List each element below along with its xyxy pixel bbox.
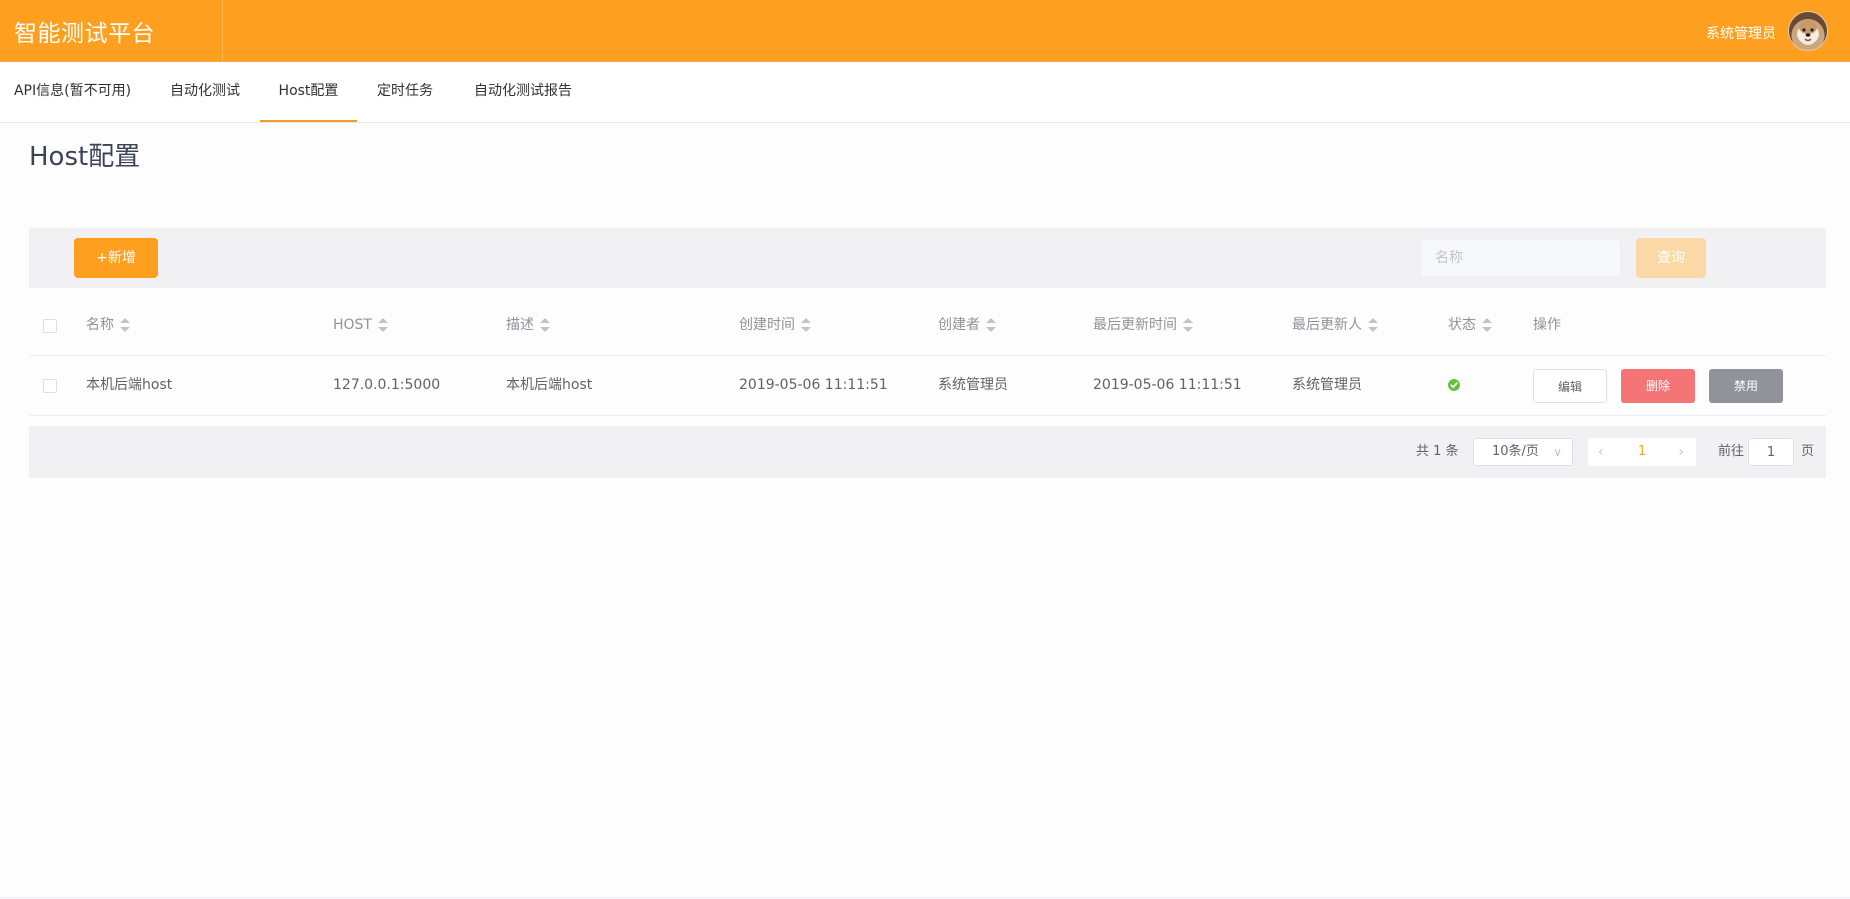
- user-name[interactable]: 系统管理员: [1706, 23, 1776, 43]
- avatar[interactable]: [1788, 11, 1828, 51]
- sort-icon[interactable]: [1482, 318, 1492, 332]
- top-header: 智能测试平台 系统管理员: [0, 0, 1850, 62]
- cell-name: 本机后端host: [86, 377, 173, 393]
- header-divider: [222, 0, 223, 62]
- page-nav: 1 ‹ ›: [1588, 438, 1696, 466]
- edit-button[interactable]: 编辑: [1533, 369, 1607, 403]
- host-table: 名称 HOST 描述 创建时间 创建者 最后更新时间 最后更新人 状态 操作 本…: [29, 296, 1826, 416]
- tab-scheduled-tasks[interactable]: 定时任务: [362, 62, 448, 122]
- column-updated-at[interactable]: 最后更新时间: [1093, 296, 1193, 355]
- column-status[interactable]: 状态: [1448, 296, 1492, 355]
- page-suffix: 页: [1801, 444, 1815, 459]
- query-button[interactable]: 查询: [1636, 238, 1706, 278]
- delete-button[interactable]: 删除: [1621, 369, 1695, 403]
- sort-icon[interactable]: [540, 318, 550, 332]
- add-button[interactable]: +新增: [74, 238, 158, 278]
- cell-updated-at: 2019-05-06 11:11:51: [1093, 377, 1242, 393]
- column-name[interactable]: 名称: [86, 296, 130, 355]
- page-size-select[interactable]: 10条/页 ∨: [1473, 438, 1573, 466]
- cell-updater: 系统管理员: [1292, 377, 1362, 393]
- app-brand[interactable]: 智能测试平台: [14, 14, 155, 48]
- tab-test-report[interactable]: 自动化测试报告: [458, 62, 588, 122]
- column-host[interactable]: HOST: [333, 296, 388, 355]
- toolbar: +新增 查询: [29, 228, 1826, 288]
- search-input[interactable]: [1420, 239, 1621, 277]
- tab-api-info[interactable]: API信息(暂不可用): [0, 62, 145, 122]
- dog-avatar-icon: [1797, 20, 1819, 44]
- goto-label: 前往: [1718, 444, 1745, 459]
- cell-creator: 系统管理员: [938, 377, 1008, 393]
- column-created-at[interactable]: 创建时间: [739, 296, 811, 355]
- sort-icon[interactable]: [378, 318, 388, 332]
- page-size-value: 10条/页: [1492, 444, 1539, 459]
- chevron-right-icon[interactable]: ›: [1678, 438, 1684, 466]
- cell-created-at: 2019-05-06 11:11:51: [739, 377, 888, 393]
- cell-host: 127.0.0.1:5000: [333, 377, 441, 393]
- sort-icon[interactable]: [1368, 318, 1378, 332]
- table-header: 名称 HOST 描述 创建时间 创建者 最后更新时间 最后更新人 状态 操作: [29, 296, 1826, 356]
- chevron-left-icon[interactable]: ‹: [1598, 438, 1604, 466]
- page-title: Host配置: [29, 142, 141, 172]
- chevron-down-icon: ∨: [1553, 445, 1562, 459]
- goto-page-input[interactable]: [1748, 438, 1794, 466]
- sort-icon[interactable]: [1183, 318, 1193, 332]
- disable-button[interactable]: 禁用: [1709, 369, 1783, 403]
- cell-description: 本机后端host: [506, 377, 593, 393]
- tab-host-config[interactable]: Host配置: [260, 62, 357, 122]
- check-circle-icon: [1448, 379, 1460, 391]
- row-checkbox[interactable]: [43, 379, 57, 393]
- tab-navigation: API信息(暂不可用) 自动化测试 Host配置 定时任务 自动化测试报告: [0, 62, 1850, 123]
- tab-automation-test[interactable]: 自动化测试: [150, 62, 260, 122]
- sort-icon[interactable]: [986, 318, 996, 332]
- pagination: 共 1 条 10条/页 ∨ 1 ‹ › 前往 页: [29, 426, 1826, 478]
- column-actions: 操作: [1533, 317, 1561, 333]
- table-row: 本机后端host 127.0.0.1:5000 本机后端host 2019-05…: [29, 356, 1826, 416]
- bottom-divider: [0, 897, 1850, 898]
- sort-icon[interactable]: [801, 318, 811, 332]
- sort-icon[interactable]: [120, 318, 130, 332]
- column-updater[interactable]: 最后更新人: [1292, 296, 1378, 355]
- select-all-checkbox[interactable]: [43, 319, 57, 333]
- total-count: 共 1 条: [1416, 444, 1459, 459]
- column-description[interactable]: 描述: [506, 296, 550, 355]
- column-creator[interactable]: 创建者: [938, 296, 996, 355]
